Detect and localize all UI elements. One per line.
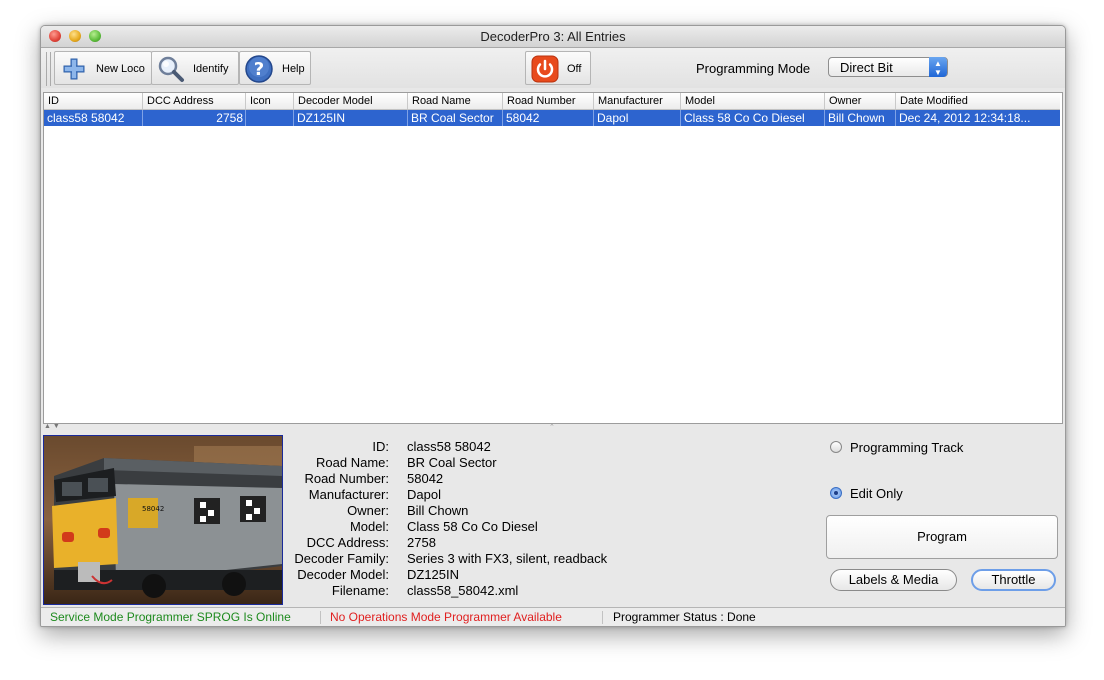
identify-button[interactable]: Identify (151, 51, 239, 85)
cell-owner: Bill Chown (825, 110, 896, 126)
details-values: class58 58042 BR Coal Sector 58042 Dapol… (407, 439, 607, 599)
label-decoder-model: Decoder Model: (297, 567, 389, 582)
updown-arrows-icon: ▲ ▼ (929, 57, 947, 77)
status-bar: Service Mode Programmer SPROG Is Online … (41, 607, 1065, 626)
throttle-button[interactable]: Throttle (971, 569, 1056, 591)
radio-selected-icon (830, 487, 842, 499)
roster-table: ID DCC Address Icon Decoder Model Road N… (43, 92, 1063, 424)
plus-icon (61, 56, 87, 85)
cell-road-number: 58042 (503, 110, 594, 126)
value-model: Class 58 Co Co Diesel (407, 519, 538, 534)
label-dcc-address: DCC Address: (306, 535, 389, 550)
value-filename: class58_58042.xml (407, 583, 519, 598)
collapse-arrows-icon[interactable]: ▲▼ (44, 423, 62, 430)
radio-unselected-icon (830, 441, 842, 453)
new-loco-button[interactable]: New Loco (54, 51, 152, 85)
column-header-model[interactable]: Model (681, 93, 825, 109)
value-road-name: BR Coal Sector (407, 455, 497, 470)
column-header-dcc-address[interactable]: DCC Address (143, 93, 246, 109)
column-header-road-name[interactable]: Road Name (408, 93, 503, 109)
program-button[interactable]: Program (826, 515, 1058, 559)
toolbar: New Loco Identify ? Help Off Programming… (41, 48, 1065, 88)
cell-model: Class 58 Co Co Diesel (681, 110, 825, 126)
cell-road-name: BR Coal Sector (408, 110, 503, 126)
value-decoder-family: Series 3 with FX3, silent, readback (407, 551, 608, 566)
cell-date-modified: Dec 24, 2012 12:34:18... (899, 111, 1031, 125)
label-owner: Owner: (347, 503, 389, 518)
status-separator (320, 611, 321, 624)
cell-decoder-model: DZ125IN (294, 110, 408, 126)
value-manufacturer: Dapol (407, 487, 441, 502)
label-decoder-family: Decoder Family: (294, 551, 389, 566)
table-row[interactable]: class58 58042 2758 DZ125IN BR Coal Secto… (44, 110, 1060, 126)
power-label: Off (567, 63, 582, 75)
edit-only-label: Edit Only (850, 486, 903, 501)
operations-mode-status: No Operations Mode Programmer Available (330, 610, 562, 624)
labels-media-button[interactable]: Labels & Media (830, 569, 957, 591)
label-road-number: Road Number: (304, 471, 389, 486)
programming-track-label: Programming Track (850, 440, 964, 455)
column-header-manufacturer[interactable]: Manufacturer (594, 93, 681, 109)
label-manufacturer: Manufacturer: (308, 487, 389, 502)
label-id: ID: (372, 439, 389, 454)
column-header-road-number[interactable]: Road Number (503, 93, 594, 109)
magnifier-icon (157, 55, 185, 86)
svg-text:?: ? (254, 59, 264, 80)
cell-dcc-address: 2758 (143, 110, 246, 126)
column-header-id[interactable]: ID (44, 93, 143, 109)
programming-mode-label: Programming Mode (696, 61, 811, 76)
zoom-window-button[interactable] (89, 30, 101, 42)
table-header: ID DCC Address Icon Decoder Model Road N… (44, 93, 1060, 110)
divider-grip-icon: ⌃ (549, 424, 555, 431)
locomotive-photo: 58042 (43, 435, 283, 605)
label-road-name: Road Name: (316, 455, 389, 470)
identify-label: Identify (193, 63, 229, 75)
label-model: Model: (349, 519, 389, 534)
value-road-number: 58042 (407, 471, 444, 486)
main-window: DecoderPro 3: All Entries New Loco Ident… (40, 25, 1066, 627)
title-bar: DecoderPro 3: All Entries (41, 26, 1065, 48)
help-label: Help (282, 63, 305, 75)
service-mode-status: Service Mode Programmer SPROG Is Online (50, 610, 291, 624)
column-header-owner[interactable]: Owner (825, 93, 896, 109)
help-button[interactable]: ? Help (239, 51, 311, 85)
cell-icon (246, 110, 294, 126)
value-dcc-address: 2758 (407, 535, 436, 550)
column-header-date-modified[interactable]: Date Modified (896, 93, 1060, 109)
status-separator (602, 611, 603, 624)
column-header-decoder-model[interactable]: Decoder Model (294, 93, 408, 109)
help-icon: ? (244, 54, 274, 87)
cell-id: class58 58042 (44, 110, 143, 126)
locomotive-image: 58042 (44, 436, 282, 604)
programming-mode-select[interactable]: Direct Bit ▲ ▼ (828, 57, 948, 77)
value-owner: Bill Chown (407, 503, 469, 518)
programming-mode-value: Direct Bit (840, 60, 893, 75)
minimize-window-button[interactable] (69, 30, 81, 42)
close-window-button[interactable] (49, 30, 61, 42)
label-filename: Filename: (331, 583, 389, 598)
split-pane-divider[interactable]: ▲▼ ⌃ (41, 423, 1065, 432)
svg-text:58042: 58042 (142, 505, 164, 513)
window-title: DecoderPro 3: All Entries (480, 29, 626, 44)
column-header-icon[interactable]: Icon (246, 93, 294, 109)
power-button[interactable]: Off (525, 51, 591, 85)
toolbar-grip[interactable] (46, 52, 51, 86)
programmer-status: Programmer Status : Done (613, 610, 756, 624)
cell-manufacturer: Dapol (594, 110, 681, 126)
value-decoder-model: DZ125IN (407, 567, 460, 582)
value-id: class58 58042 (407, 439, 491, 454)
details-labels: ID: Road Name: Road Number: Manufacturer… (283, 439, 389, 599)
new-loco-label: New Loco (96, 63, 145, 75)
power-off-icon (531, 55, 559, 86)
